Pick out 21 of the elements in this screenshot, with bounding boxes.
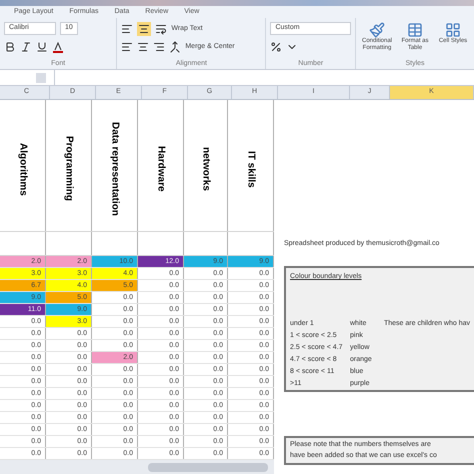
underline-icon[interactable]	[36, 40, 48, 52]
subject-heading: Hardware	[154, 145, 166, 194]
percent-icon[interactable]	[270, 40, 282, 52]
subject-heading: Algorithms	[16, 142, 28, 198]
subject-heading: IT skills	[244, 150, 256, 190]
align-left-icon[interactable]	[121, 41, 134, 54]
align-center-icon[interactable]	[137, 41, 150, 54]
italic-icon[interactable]	[20, 40, 32, 52]
wrap-text-icon[interactable]	[155, 23, 168, 35]
subject-heading: Programming	[62, 135, 74, 204]
scrollbar-thumb[interactable]	[148, 462, 268, 472]
table-icon	[407, 22, 423, 38]
paintbrush-icon	[369, 22, 385, 38]
subject-heading: Data representation	[108, 121, 120, 218]
grid-icon	[445, 22, 461, 38]
subject-heading: networks	[200, 146, 212, 193]
font-colour-icon[interactable]	[52, 40, 64, 52]
align-middle-icon[interactable]	[137, 22, 152, 36]
bold-icon[interactable]	[4, 40, 16, 52]
merge-icon[interactable]	[169, 41, 182, 54]
align-right-icon[interactable]	[153, 41, 166, 54]
